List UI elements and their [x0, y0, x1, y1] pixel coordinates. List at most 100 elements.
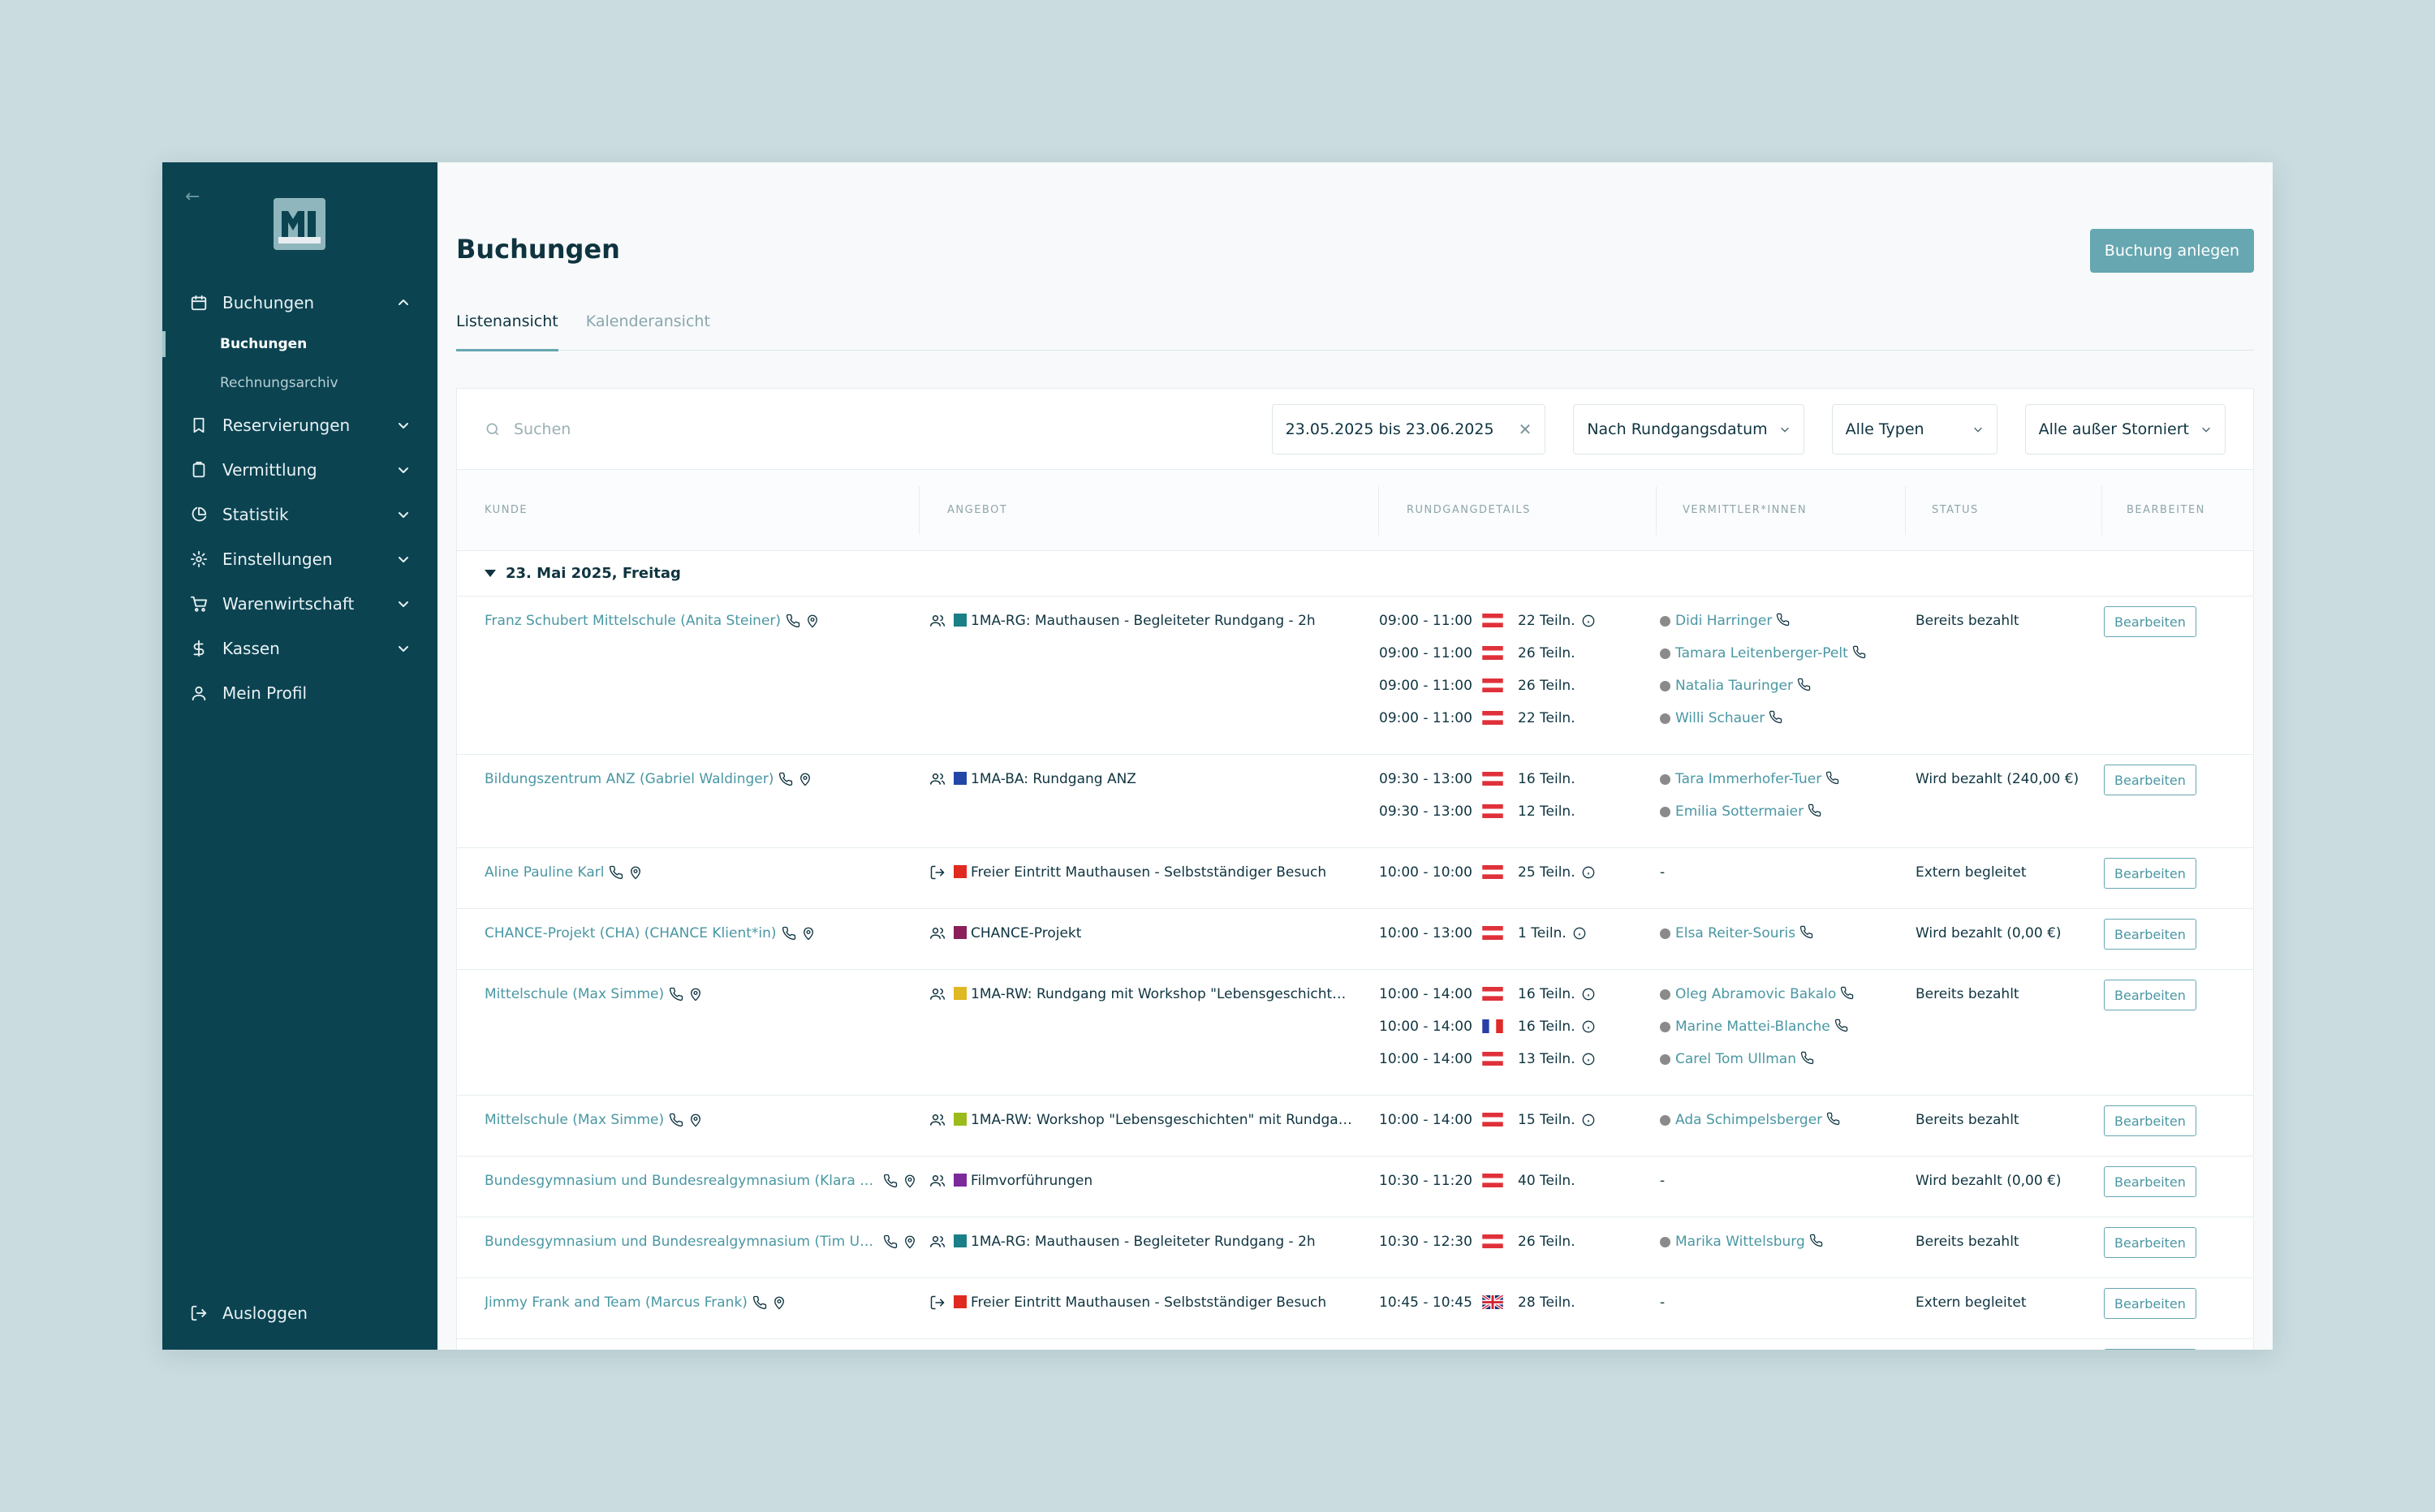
column-header-customer[interactable]: KUNDE — [457, 485, 920, 535]
edit-button[interactable]: Bearbeiten — [2104, 1227, 2196, 1258]
phone-icon[interactable] — [1852, 645, 1866, 659]
sidebar-subitem-rechnungsarchiv[interactable]: Rechnungsarchiv — [162, 364, 437, 403]
customer-link[interactable]: Bundesgymnasium und Bundesrealgymnasium … — [485, 1173, 878, 1189]
phone-icon[interactable] — [1809, 1234, 1823, 1247]
guide-link[interactable]: Carel Tom Ullman — [1675, 1051, 1796, 1067]
location-pin-icon[interactable] — [628, 865, 643, 880]
sidebar-item-mein-profil[interactable]: Mein Profil — [162, 670, 437, 715]
date-group-header[interactable]: 23. Mai 2025, Freitag — [457, 551, 2253, 597]
info-icon[interactable] — [1582, 988, 1595, 1001]
guide-link[interactable]: Marika Wittelsburg — [1675, 1234, 1805, 1250]
phone-icon[interactable] — [778, 772, 793, 786]
phone-icon[interactable] — [1808, 803, 1821, 817]
phone-icon[interactable] — [752, 1295, 767, 1310]
sidebar-item-statistik[interactable]: Statistik — [162, 492, 437, 536]
edit-button[interactable]: Bearbeiten — [2104, 1288, 2196, 1319]
customer-link[interactable]: Jimmy Frank and Team (Marcus Frank) — [485, 1294, 748, 1311]
customer-link[interactable]: Bundesgymnasium und Bundesrealgymnasium … — [485, 1234, 878, 1250]
sort-select[interactable]: Nach Rundgangsdatum — [1573, 403, 1804, 454]
sidebar-subitem-buchungen[interactable]: Buchungen — [162, 325, 437, 364]
info-icon[interactable] — [1582, 1114, 1595, 1126]
phone-icon[interactable] — [1826, 1112, 1840, 1126]
column-header-guides[interactable]: VERMITTLER*INNEN — [1657, 485, 1906, 535]
edit-button[interactable]: Bearbeiten — [2104, 858, 2196, 889]
customer-link[interactable]: Mittelschule (Max Simme) — [485, 1112, 664, 1128]
phone-icon[interactable] — [1776, 613, 1790, 627]
sidebar-item-warenwirtschaft[interactable]: Warenwirtschaft — [162, 581, 437, 626]
location-pin-icon[interactable] — [798, 772, 812, 786]
location-pin-icon[interactable] — [688, 1113, 703, 1127]
tour-time: 10:45 - 10:45 — [1379, 1294, 1472, 1311]
phone-icon[interactable] — [883, 1234, 898, 1249]
customer-link[interactable]: Mittelschule (Max Simme) — [485, 986, 664, 1002]
tab-calendar-view[interactable]: Kalenderansicht — [586, 297, 710, 351]
info-icon[interactable] — [1582, 614, 1595, 627]
status-select[interactable]: Alle außer Storniert — [2024, 403, 2226, 454]
edit-button[interactable]: Bearbeiten — [2104, 765, 2196, 795]
location-pin-icon[interactable] — [903, 1174, 917, 1188]
guide-link[interactable]: Tamara Leitenberger-Pelt — [1675, 645, 1848, 661]
clear-date-icon[interactable]: ✕ — [1519, 420, 1532, 439]
phone-icon[interactable] — [669, 987, 683, 1002]
guide-status-dot — [1660, 1054, 1670, 1065]
location-pin-icon[interactable] — [801, 926, 816, 941]
column-header-status[interactable]: STATUS — [1906, 485, 2102, 535]
guide-link[interactable]: Willi Schauer — [1675, 710, 1765, 726]
sidebar-item-kassen[interactable]: Kassen — [162, 626, 437, 670]
phone-icon[interactable] — [1834, 1019, 1848, 1032]
customer-link[interactable]: Aline Pauline Karl — [485, 864, 604, 881]
edit-button[interactable]: Bearbeiten — [2104, 606, 2196, 637]
sidebar-item-reservierungen[interactable]: Reservierungen — [162, 403, 437, 447]
phone-icon[interactable] — [669, 1113, 683, 1127]
edit-button[interactable]: Bearbeiten — [2104, 980, 2196, 1010]
info-icon[interactable] — [1582, 1020, 1595, 1033]
collapse-sidebar-icon[interactable]: ← — [185, 187, 200, 207]
sidebar-item-einstellungen[interactable]: Einstellungen — [162, 536, 437, 581]
phone-icon[interactable] — [609, 865, 623, 880]
create-booking-button[interactable]: Buchung anlegen — [2089, 229, 2254, 273]
edit-button[interactable]: Bearbeiten — [2104, 1166, 2196, 1197]
guide-link[interactable]: Oleg Abramovic Bakalo — [1675, 986, 1836, 1002]
phone-icon[interactable] — [1840, 986, 1854, 1000]
customer-link[interactable]: Franz Schubert Mittelschule (Anita Stein… — [485, 613, 781, 629]
customer-link[interactable]: CHANCE-Projekt (CHA) (CHANCE Klient*in) — [485, 925, 777, 941]
guide-link[interactable]: Didi Harringer — [1675, 613, 1772, 629]
guide-link[interactable]: Emilia Sottermaier — [1675, 803, 1804, 820]
location-pin-icon[interactable] — [805, 614, 820, 628]
guide-link[interactable]: Elsa Reiter-Souris — [1675, 925, 1795, 941]
offer-color-swatch — [954, 987, 967, 1000]
sidebar-item-buchungen[interactable]: Buchungen — [162, 280, 437, 325]
tab-list-view[interactable]: Listenansicht — [456, 297, 558, 351]
phone-icon[interactable] — [1799, 925, 1813, 939]
phone-icon[interactable] — [782, 926, 796, 941]
column-header-offer[interactable]: ANGEBOT — [920, 485, 1379, 535]
info-icon[interactable] — [1582, 866, 1595, 879]
sidebar-item-vermittlung[interactable]: Vermittlung — [162, 447, 437, 492]
guide-link[interactable]: Natalia Tauringer — [1675, 678, 1793, 694]
customer-link[interactable]: Bildungszentrum ANZ (Gabriel Waldinger) — [485, 771, 774, 787]
phone-icon[interactable] — [1797, 678, 1811, 691]
info-icon[interactable] — [1582, 1053, 1595, 1066]
edit-button[interactable]: Bearbeiten — [2104, 1349, 2196, 1350]
guide-link[interactable]: Marine Mattei-Blanche — [1675, 1019, 1830, 1035]
phone-icon[interactable] — [883, 1174, 898, 1188]
search-field[interactable]: Suchen — [485, 420, 1244, 438]
phone-icon[interactable] — [1825, 771, 1839, 785]
info-icon[interactable] — [1573, 927, 1586, 940]
location-pin-icon[interactable] — [772, 1295, 787, 1310]
guide-status-dot — [1660, 648, 1670, 659]
phone-icon[interactable] — [1800, 1051, 1814, 1065]
guide-link[interactable]: Tara Immerhofer-Tuer — [1675, 771, 1821, 787]
phone-icon[interactable] — [1769, 710, 1782, 724]
logout-button[interactable]: Ausloggen — [162, 1290, 437, 1335]
type-select[interactable]: Alle Typen — [1831, 403, 1998, 454]
collapse-triangle-icon[interactable] — [485, 570, 496, 577]
edit-button[interactable]: Bearbeiten — [2104, 1105, 2196, 1136]
edit-button[interactable]: Bearbeiten — [2104, 919, 2196, 950]
guide-link[interactable]: Ada Schimpelsberger — [1675, 1112, 1822, 1128]
location-pin-icon[interactable] — [688, 987, 703, 1002]
location-pin-icon[interactable] — [903, 1234, 917, 1249]
column-header-tour-details[interactable]: RUNDGANGDETAILS — [1379, 485, 1657, 535]
date-range-filter[interactable]: 23.05.2025 bis 23.06.2025 ✕ — [1271, 403, 1546, 454]
phone-icon[interactable] — [786, 614, 800, 628]
